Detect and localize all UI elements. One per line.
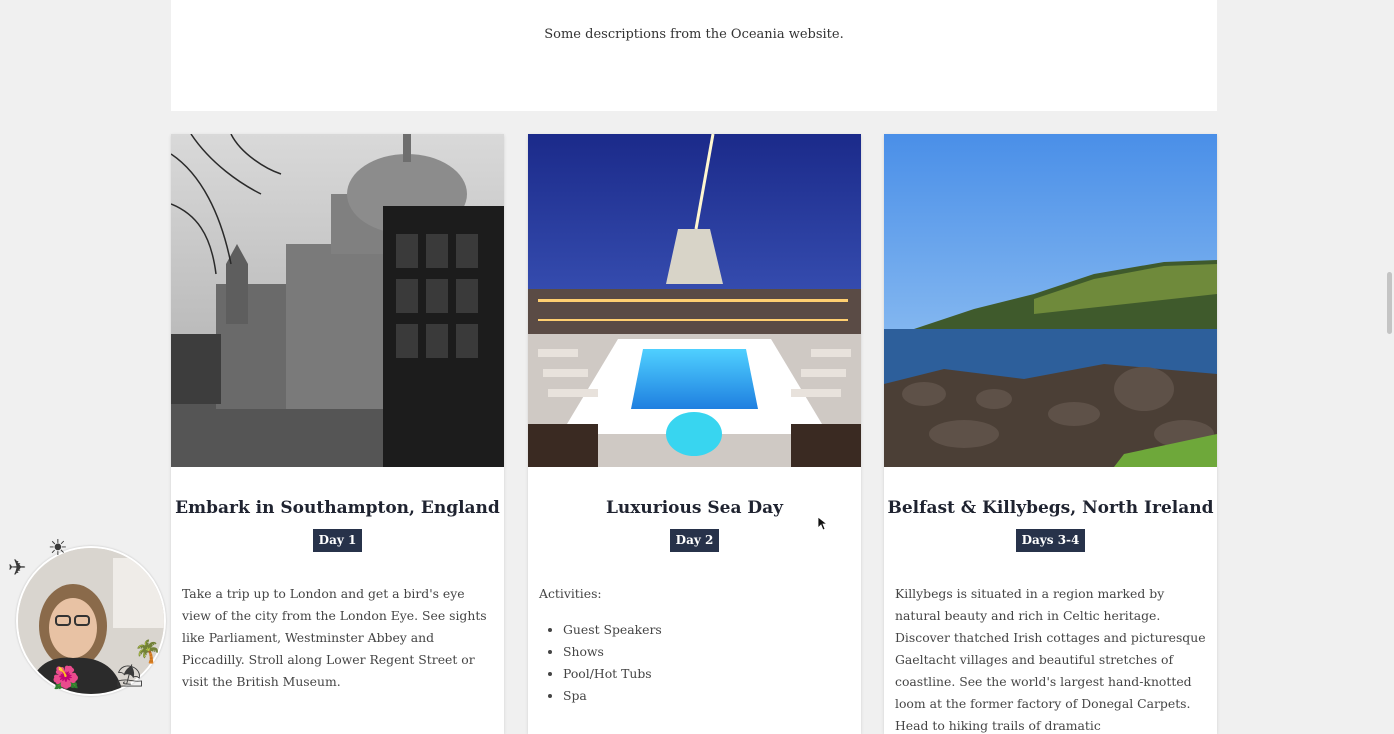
beach-umbrella-icon: ⛱	[116, 664, 144, 689]
card-title: Embark in Southampton, England	[175, 498, 500, 518]
card-sea-day: Luxurious Sea Day Day 2 Activities: Gues…	[528, 134, 861, 734]
webcam-overlay: ☀ ✈ 🌴 🌺 ⛱	[4, 538, 172, 700]
hibiscus-flower-icon: 🌺	[52, 666, 80, 691]
day-badge: Day 2	[669, 529, 720, 552]
card-description: Activities: Guest Speakers Shows Pool/Ho…	[539, 583, 850, 707]
card-body-text: Take a trip up to London and get a bird'…	[182, 586, 487, 689]
card-southampton: Embark in Southampton, England Day 1 Tak…	[171, 134, 504, 734]
intro-box: Some descriptions from the Oceania websi…	[171, 0, 1217, 111]
day-badge: Days 3-4	[1015, 529, 1086, 552]
list-item: Guest Speakers	[563, 619, 850, 641]
list-item: Shows	[563, 641, 850, 663]
palm-tree-icon: 🌴	[134, 640, 162, 665]
card-title: Belfast & Killybegs, North Ireland	[887, 498, 1214, 518]
card-image-coast	[884, 134, 1217, 467]
card-image-st-pauls	[171, 134, 504, 467]
list-item: Pool/Hot Tubs	[563, 663, 850, 685]
mouse-cursor-icon	[818, 517, 828, 531]
card-title: Luxurious Sea Day	[605, 498, 784, 518]
list-item: Spa	[563, 685, 850, 707]
intro-text: Some descriptions from the Oceania websi…	[544, 27, 844, 42]
coastal-cliffs-photo	[884, 134, 1217, 467]
card-image-ship-pool	[528, 134, 861, 467]
airplane-icon: ✈	[8, 556, 27, 581]
activities-intro: Activities:	[539, 586, 602, 601]
card-body-text: Killybegs is situated in a region marked…	[895, 586, 1206, 733]
card-description: Killybegs is situated in a region marked…	[895, 583, 1206, 734]
st-pauls-cathedral-photo	[171, 134, 504, 467]
card-belfast-killybegs: Belfast & Killybegs, North Ireland Days …	[884, 134, 1217, 734]
card-description: Take a trip up to London and get a bird'…	[182, 583, 493, 693]
sun-icon: ☀	[48, 536, 68, 561]
cruise-ship-pool-deck-photo	[528, 134, 861, 467]
activities-list: Guest Speakers Shows Pool/Hot Tubs Spa	[539, 619, 850, 707]
scrollbar-thumb[interactable]	[1387, 272, 1392, 334]
day-badge: Day 1	[312, 529, 363, 552]
